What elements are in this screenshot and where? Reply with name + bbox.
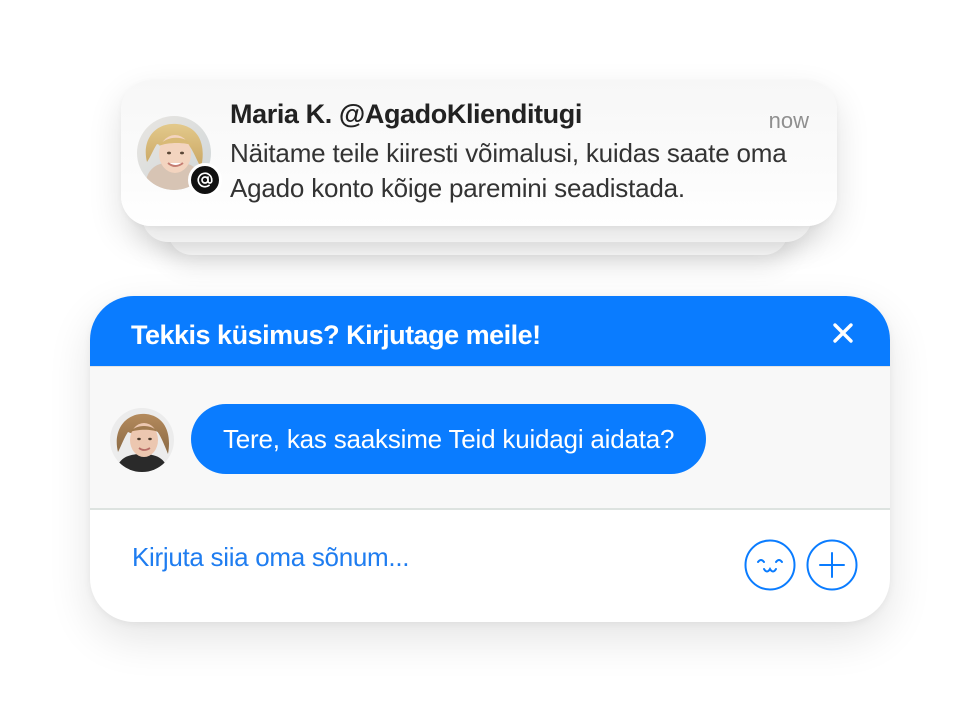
notification-time: now — [768, 108, 809, 133]
close-button[interactable] — [828, 318, 858, 348]
emoji-button[interactable] — [744, 539, 796, 591]
at-sign-badge — [188, 163, 222, 197]
agent-avatar-image — [110, 408, 174, 472]
plus-icon — [806, 539, 858, 591]
chat-title: Tekkis küsimus? Kirjutage meile! — [131, 320, 541, 350]
chat-messages: Tere, kas saaksime Teid kuidagi aidata? — [90, 366, 890, 510]
notification-message: Näitame teile kiiresti võimalusi, kuidas… — [230, 138, 787, 203]
notification-sender: Maria K. @AgadoKlienditugi — [230, 99, 582, 129]
stage: Maria K. @AgadoKlienditugi now Näitame t… — [0, 0, 958, 702]
attach-button[interactable] — [806, 539, 858, 591]
close-icon — [833, 323, 853, 343]
at-sign-icon — [197, 172, 213, 188]
emoji-icon — [744, 539, 796, 591]
agent-message-bubble: Tere, kas saaksime Teid kuidagi aidata? — [191, 404, 707, 474]
chat-header: Tekkis küsimus? Kirjutage meile! — [90, 296, 890, 366]
message-input[interactable] — [132, 532, 692, 582]
chat-widget: Tekkis küsimus? Kirjutage meile! Tere, k… — [90, 296, 890, 622]
agent-avatar — [110, 408, 174, 472]
